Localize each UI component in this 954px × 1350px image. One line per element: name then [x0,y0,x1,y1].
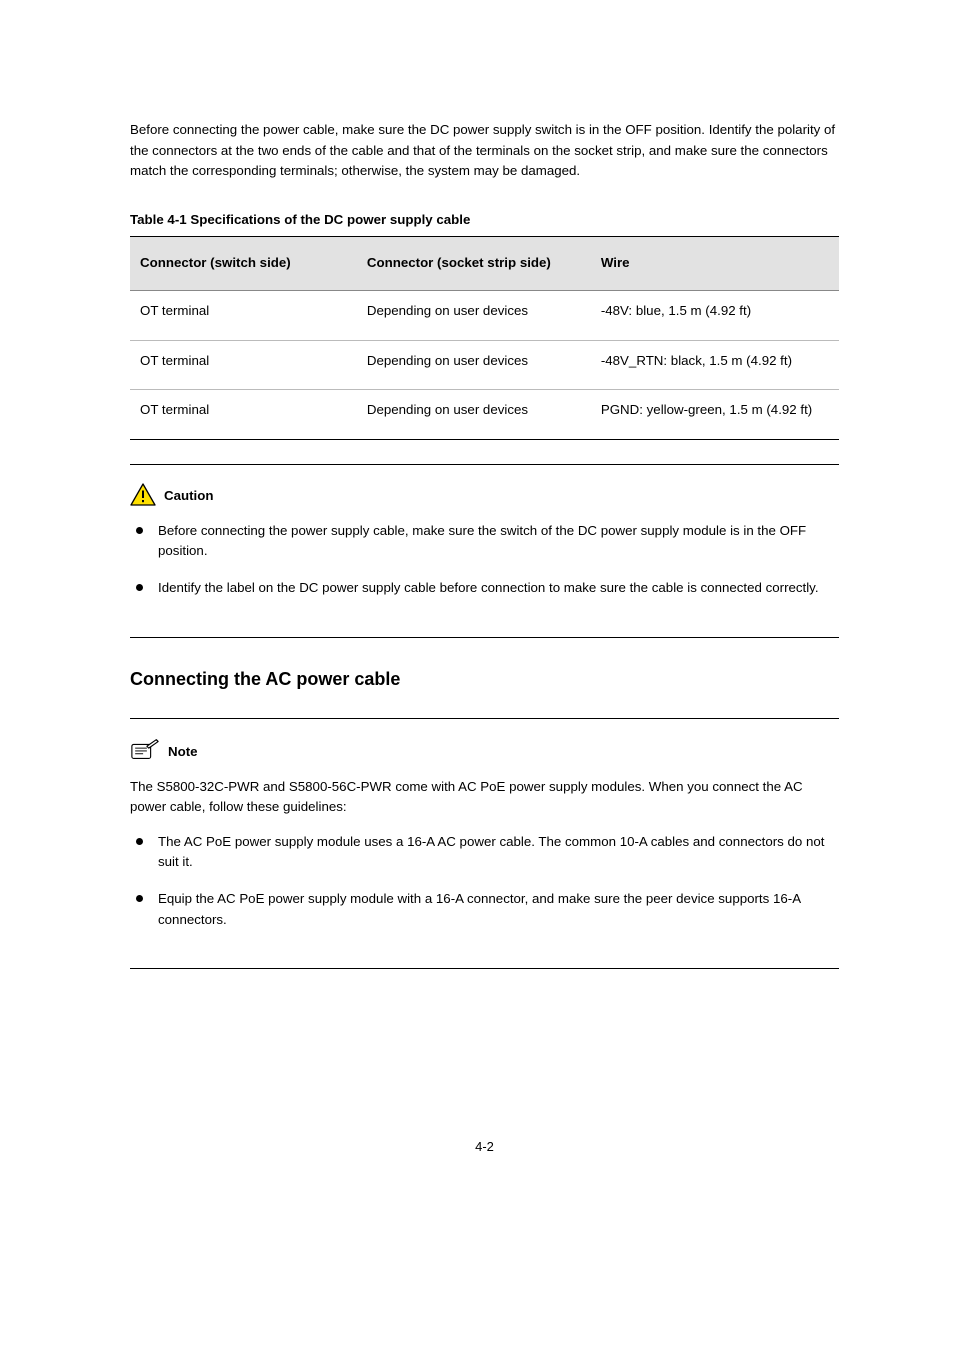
table-caption: Table 4-1 Specifications of the DC power… [130,210,839,231]
table-cell: PGND: yellow-green, 1.5 m (4.92 ft) [591,390,839,440]
list-item: The AC PoE power supply module uses a 16… [136,832,839,873]
table-cell: Depending on user devices [357,340,591,390]
caution-label: Caution [164,486,214,507]
section-heading: Connecting the AC power cable [130,666,839,694]
intro-paragraph: Before connecting the power cable, make … [130,120,839,182]
note-label: Note [168,742,198,763]
note-icon [130,737,160,763]
table-header: Connector (switch side) [130,237,357,291]
table-row: OT terminal Depending on user devices PG… [130,390,839,440]
table-cell: Depending on user devices [357,291,591,341]
note-callout: Note The S5800-32C-PWR and S5800-56C-PWR… [130,718,839,970]
caution-icon [130,483,156,507]
table-cell: -48V_RTN: black, 1.5 m (4.92 ft) [591,340,839,390]
note-intro: The S5800-32C-PWR and S5800-56C-PWR come… [130,777,839,818]
table-cell: OT terminal [130,291,357,341]
caution-callout: Caution Before connecting the power supp… [130,464,839,638]
table-cell: OT terminal [130,340,357,390]
list-item: Before connecting the power supply cable… [136,521,839,562]
table-cell: -48V: blue, 1.5 m (4.92 ft) [591,291,839,341]
list-item: Equip the AC PoE power supply module wit… [136,889,839,930]
table-cell: OT terminal [130,390,357,440]
page-number: 4-2 [130,997,839,1157]
list-item: Identify the label on the DC power suppl… [136,578,839,599]
table-header: Connector (socket strip side) [357,237,591,291]
table-cell: Depending on user devices [357,390,591,440]
table-header: Wire [591,237,839,291]
spec-table: Connector (switch side) Connector (socke… [130,236,839,439]
table-row: OT terminal Depending on user devices -4… [130,291,839,341]
table-row: OT terminal Depending on user devices -4… [130,340,839,390]
